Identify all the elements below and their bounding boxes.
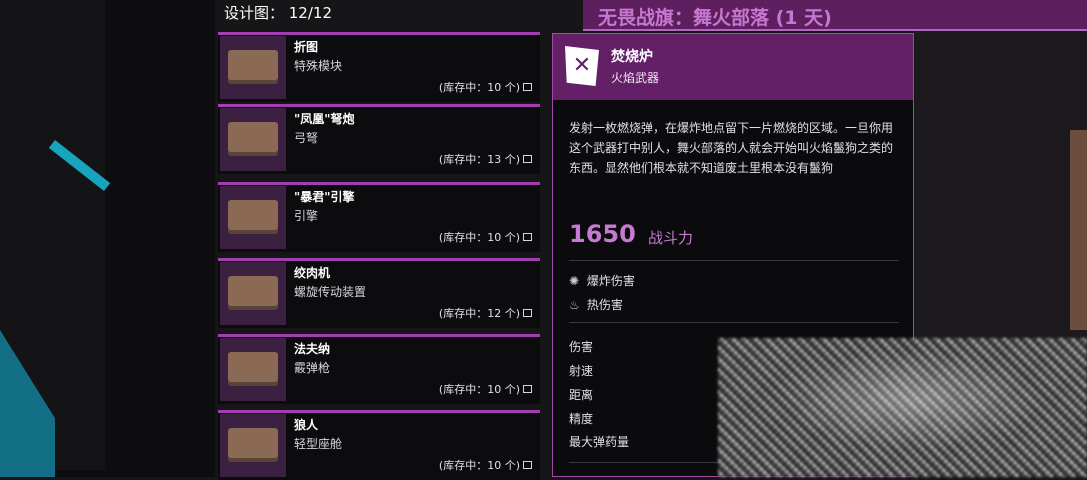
stat-label: 精度 [569, 412, 594, 426]
list-item[interactable]: 折图 特殊模块 (库存中：10 个) [218, 32, 540, 102]
item-name: 绞肉机 [294, 266, 331, 280]
item-accent-bar [218, 32, 540, 35]
item-stock: (库存中：10 个) [438, 231, 520, 244]
item-type: 弓弩 [294, 131, 319, 145]
stat-label: 最大弹药量 [569, 435, 630, 449]
item-accent-bar [218, 334, 540, 337]
banner-title: 无畏战旗：舞火部落 (1 天) [598, 7, 832, 29]
list-item[interactable]: "暴君"引擎 引擎 (库存中：10 个) [218, 182, 540, 252]
item-stock: (库存中：10 个) [438, 459, 520, 472]
item-thumbnail [220, 338, 286, 401]
blurred-overlay-glow [780, 350, 1040, 450]
item-accent-bar [218, 258, 540, 261]
item-accent-bar [218, 104, 540, 107]
card-header [553, 34, 913, 100]
stat-label: 伤害 [569, 340, 594, 354]
weapon-icon: ✕ [565, 46, 599, 86]
item-thumbnail [220, 186, 286, 249]
design-count: 设计图： 12/12 [224, 4, 332, 22]
item-name: 折图 [294, 40, 319, 54]
stat-label: 射速 [569, 364, 594, 378]
item-thumbnail [220, 262, 286, 325]
list-item[interactable]: "凤凰"弩炮 弓弩 (库存中：13 个) [218, 104, 540, 174]
item-thumbnail [220, 414, 286, 477]
card-subtitle: 火焰武器 [611, 71, 660, 85]
power-label: 战斗力 [648, 229, 694, 247]
item-thumbnail [220, 36, 286, 99]
item-type: 螺旋传动装置 [294, 285, 367, 299]
list-item[interactable]: 狼人 轻型座舱 (库存中：10 个) [218, 410, 540, 480]
damage-type-label: 热伤害 [586, 298, 623, 312]
fire-icon: ♨ [569, 298, 580, 312]
item-type: 霰弹枪 [294, 361, 331, 375]
explosion-icon: ✺ [569, 274, 580, 288]
item-type: 引擎 [294, 209, 319, 223]
item-thumbnail [220, 108, 286, 171]
item-name: "暴君"引擎 [294, 190, 355, 204]
item-type: 特殊模块 [294, 59, 343, 73]
stock-icon [523, 309, 532, 317]
item-name: 狼人 [294, 418, 319, 432]
item-name: "凤凰"弩炮 [294, 112, 355, 126]
item-stock: (库存中：10 个) [438, 383, 520, 396]
item-stock: (库存中：13 个) [438, 153, 520, 166]
card-title: 焚烧炉 [611, 49, 653, 65]
item-stock: (库存中：12 个) [438, 307, 520, 320]
damage-type: ♨ 热伤害 [569, 296, 623, 313]
damage-type: ✺ 爆炸伤害 [569, 272, 635, 289]
divider [569, 260, 899, 261]
item-accent-bar [218, 410, 540, 413]
stock-icon [523, 385, 532, 393]
item-name: 法夫纳 [294, 342, 331, 356]
damage-type-label: 爆炸伤害 [586, 274, 635, 288]
item-stock: (库存中：10 个) [438, 81, 520, 94]
stock-icon [523, 233, 532, 241]
list-item[interactable]: 绞肉机 螺旋传动装置 (库存中：12 个) [218, 258, 540, 328]
card-description: 发射一枚燃烧弹，在爆炸地点留下一片燃烧的区域。一旦你用这个武器打中别人，舞火部落… [569, 121, 894, 175]
divider [569, 322, 899, 323]
right-edge-art [1070, 130, 1087, 330]
power-value: 1650 [569, 220, 636, 248]
list-item[interactable]: 法夫纳 霰弹枪 (库存中：10 个) [218, 334, 540, 404]
item-type: 轻型座舱 [294, 437, 343, 451]
stat-label: 距离 [569, 388, 594, 402]
stock-icon [523, 461, 532, 469]
banner-divider [583, 29, 1087, 31]
item-accent-bar [218, 182, 540, 185]
stock-icon [523, 155, 532, 163]
stock-icon [523, 83, 532, 91]
